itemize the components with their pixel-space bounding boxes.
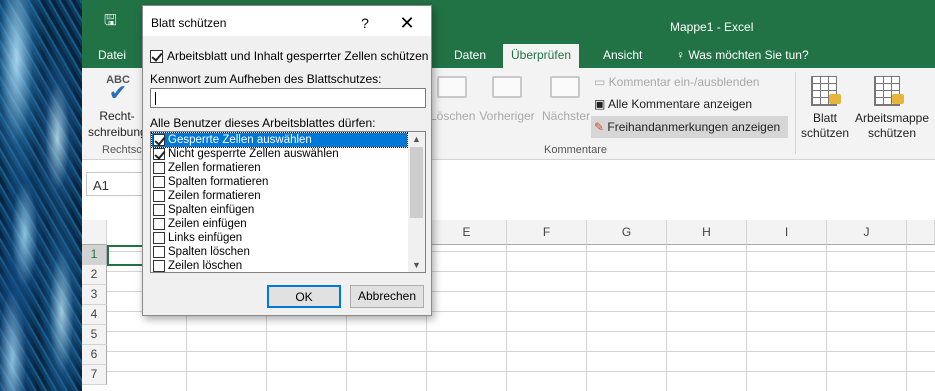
spelling-label-1[interactable]: Recht- xyxy=(92,108,142,124)
delete-comment-button[interactable]: Löschen xyxy=(430,108,475,124)
cancel-button[interactable]: Abbrechen xyxy=(350,285,424,308)
delete-comment-icon xyxy=(437,76,467,98)
row-header[interactable]: 5 xyxy=(82,325,107,345)
tell-me-label: Was möchten Sie tun? xyxy=(688,48,809,62)
ok-button[interactable]: OK xyxy=(267,285,341,308)
column-header[interactable]: J xyxy=(827,220,907,245)
desktop-wallpaper xyxy=(0,0,82,391)
help-button[interactable]: ? xyxy=(355,13,375,33)
show-all-comments-button[interactable]: ▣ Alle Kommentare anzeigen xyxy=(594,96,752,112)
checkbox[interactable] xyxy=(153,148,165,160)
previous-comment-button[interactable]: Vorheriger xyxy=(478,108,536,124)
save-icon[interactable]: 🖫 xyxy=(104,13,120,29)
close-icon[interactable]: ✕ xyxy=(395,12,419,34)
column-header[interactable]: I xyxy=(747,220,827,245)
checkbox-box[interactable] xyxy=(150,50,163,64)
column-header[interactable]: G xyxy=(587,220,667,245)
checkbox[interactable] xyxy=(153,204,165,216)
scrollbar-thumb[interactable] xyxy=(410,147,423,218)
protect-sheet-dialog: Blatt schützen ? ✕ Arbeitsblatt und Inha… xyxy=(142,5,432,316)
lock-icon xyxy=(892,94,904,104)
text-caret xyxy=(155,92,156,105)
lock-icon xyxy=(829,94,841,104)
next-comment-icon xyxy=(550,76,580,98)
list-item[interactable]: Zeilen formatieren xyxy=(152,189,407,203)
group-label-kommentare: Kommentare xyxy=(544,144,607,156)
protect-workbook-label-2[interactable]: schützen xyxy=(858,125,926,141)
checkbox[interactable] xyxy=(153,260,165,272)
tab-datei[interactable]: Datei xyxy=(90,44,134,68)
checkbox[interactable] xyxy=(153,134,165,146)
spelling-check-icon[interactable]: ✔ xyxy=(106,82,130,104)
chevron-down-icon[interactable]: ▼ xyxy=(408,258,425,272)
window-title: Mappe1 - Excel xyxy=(670,20,754,34)
list-scrollbar[interactable]: ▲ ▼ xyxy=(408,132,425,272)
tab-ueberpruefen[interactable]: Überprüfen xyxy=(503,44,580,68)
group-label-rechtschreibung: Rechtsc xyxy=(102,144,142,156)
comment-toggle-icon: ▭ xyxy=(594,75,609,89)
checkbox[interactable] xyxy=(153,246,165,258)
list-item[interactable]: Spalten einfügen xyxy=(152,203,407,217)
row-header[interactable]: 3 xyxy=(82,285,107,305)
column-header[interactable] xyxy=(907,220,935,245)
dialog-titlebar: Blatt schützen ? ✕ xyxy=(143,6,431,36)
select-all-corner[interactable] xyxy=(82,220,107,245)
ink-pen-icon: ✎ xyxy=(594,120,608,134)
protect-sheet-label-1[interactable]: Blatt xyxy=(800,110,850,126)
checkbox[interactable] xyxy=(153,176,165,188)
list-item[interactable]: Gesperrte Zellen auswählen xyxy=(151,132,408,148)
next-comment-button[interactable]: Nächster xyxy=(538,108,594,124)
protect-workbook-label-1[interactable]: Arbeitsmappe xyxy=(852,110,932,126)
ink-annotations-button[interactable]: ✎ Freihandanmerkungen anzeigen xyxy=(591,116,788,138)
protect-contents-checkbox[interactable]: Arbeitsblatt und Inhalt gesperrter Zelle… xyxy=(150,49,429,64)
row-header[interactable]: 2 xyxy=(82,265,107,285)
permissions-list[interactable]: Gesperrte Zellen auswählen Nicht gesperr… xyxy=(150,131,426,273)
list-item[interactable]: Spalten formatieren xyxy=(152,175,407,189)
tell-me-box[interactable]: ♀ Was möchten Sie tun? xyxy=(668,44,817,68)
toggle-comment-button[interactable]: ▭ Kommentar ein-/ausblenden xyxy=(594,74,759,90)
comments-icon: ▣ xyxy=(594,97,609,111)
list-item[interactable]: Zeilen löschen xyxy=(152,259,407,272)
lightbulb-icon: ♀ xyxy=(676,48,685,62)
ribbon-separator xyxy=(795,72,796,154)
checkbox[interactable] xyxy=(153,162,165,174)
list-item[interactable]: Links einfügen xyxy=(152,231,407,245)
spelling-label-2[interactable]: schreibung xyxy=(88,124,148,140)
row-header[interactable]: 6 xyxy=(82,345,107,365)
row-header[interactable]: 4 xyxy=(82,305,107,325)
list-item[interactable]: Spalten löschen xyxy=(152,245,407,259)
tab-daten[interactable]: Daten xyxy=(446,44,494,68)
checkbox[interactable] xyxy=(153,218,165,230)
allow-users-label: Alle Benutzer dieses Arbeitsblattes dürf… xyxy=(150,116,376,130)
protect-sheet-label-2[interactable]: schützen xyxy=(796,125,854,141)
row-header[interactable]: 1 xyxy=(82,245,107,265)
list-item[interactable]: Nicht gesperrte Zellen auswählen xyxy=(152,147,407,161)
password-field[interactable] xyxy=(150,88,426,108)
previous-comment-icon xyxy=(492,76,522,98)
tab-ansicht[interactable]: Ansicht xyxy=(595,44,650,68)
protect-contents-label: Arbeitsblatt und Inhalt gesperrter Zelle… xyxy=(167,49,429,63)
row-header[interactable]: 7 xyxy=(82,365,107,385)
column-header[interactable]: E xyxy=(427,220,507,245)
column-header[interactable]: H xyxy=(667,220,747,245)
chevron-up-icon[interactable]: ▲ xyxy=(408,132,425,146)
name-box[interactable]: A1 xyxy=(86,172,146,196)
list-item[interactable]: Zeilen einfügen xyxy=(152,217,407,231)
dialog-title: Blatt schützen xyxy=(151,16,227,30)
password-label: Kennwort zum Aufheben des Blattschutzes: xyxy=(150,72,382,86)
checkbox[interactable] xyxy=(153,190,165,202)
list-item[interactable]: Zellen formatieren xyxy=(152,161,407,175)
column-header[interactable]: F xyxy=(507,220,587,245)
checkbox[interactable] xyxy=(153,232,165,244)
